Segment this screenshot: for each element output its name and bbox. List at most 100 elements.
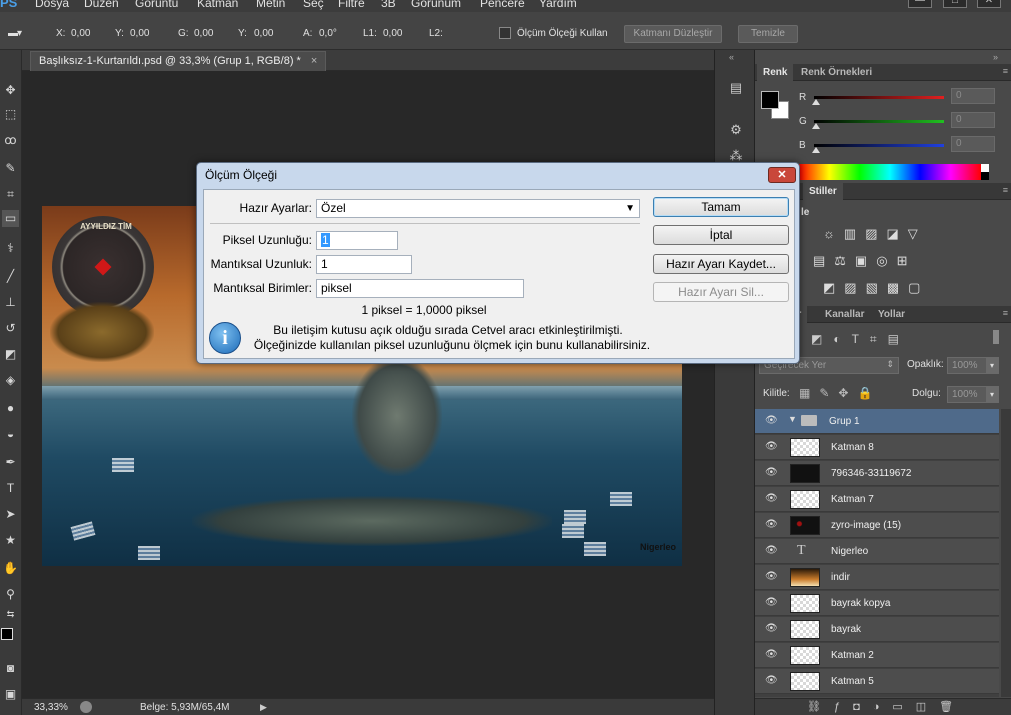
menu-gorunum[interactable]: Görünüm [411,0,461,10]
green-value-input[interactable]: 0 [951,112,995,128]
chevron-down-icon[interactable]: ▾ [986,387,998,402]
blue-slider-handle[interactable] [812,147,820,153]
green-channel-slider[interactable]: G 0 [799,112,995,130]
eye-icon[interactable]: 👁 [765,519,778,531]
document-info-icon[interactable] [80,701,92,713]
history-brush-icon[interactable]: ↺ [2,320,19,337]
layer-row[interactable]: 👁 Katman 2 [755,643,999,668]
layer-action-icons[interactable]: ⛓ƒ◘◑▭◫🗑 [807,700,966,713]
clone-stamp-icon[interactable]: ⊥ [2,294,19,311]
menu-metin[interactable]: Metin [256,0,285,10]
cancel-button[interactable]: İptal [653,225,789,245]
expand-panel-icon[interactable]: » [993,52,998,62]
document-tab[interactable]: Başlıksız-1-Kurtarıldı.psd @ 33,3% (Grup… [30,51,327,71]
eye-icon[interactable]: 👁 [765,649,778,661]
menu-pencere[interactable]: Pencere [480,0,525,10]
menu-goruntu[interactable]: Görüntü [135,0,178,10]
adjustment-icons-row-1[interactable]: ☼▥▨◪▽ [823,226,927,242]
dodge-tool-icon[interactable]: ◒ [2,426,19,443]
dialog-close-button[interactable]: ✕ [768,167,796,183]
shape-tool-icon[interactable]: ★ [2,532,19,549]
layer-filter-icons[interactable]: ◩◐T⌗▤ [811,332,910,347]
type-tool-icon[interactable]: T [2,480,19,497]
blue-value-input[interactable]: 0 [951,136,995,152]
quick-mask-icon[interactable]: ◙ [2,660,19,677]
foreground-color-swatch[interactable] [1,628,13,640]
eye-icon[interactable]: 👁 [765,675,778,687]
layer-row[interactable]: 👁 indir [755,565,999,590]
maximize-window-button[interactable]: □ [943,0,967,8]
eraser-tool-icon[interactable]: ◩ [2,346,19,363]
layers-scrollbar[interactable] [1001,409,1011,697]
layer-row-group[interactable]: 👁 ▼ Grup 1 [755,409,999,434]
color-foreground-swatch[interactable] [761,91,779,109]
color-spectrum-ramp[interactable] [799,164,981,180]
logical-units-input[interactable]: piksel [316,279,524,298]
straighten-layer-button[interactable]: Katmanı Düzleştir [624,25,722,43]
tab-yollar[interactable]: Yollar [872,306,911,323]
crop-tool-icon[interactable]: ⌗ [2,186,19,203]
layer-row[interactable]: 👁 Katman 5 [755,669,999,694]
save-preset-button[interactable]: Hazır Ayarı Kaydet... [653,254,789,274]
close-window-button[interactable]: ✕ [977,0,1001,8]
healing-brush-icon[interactable]: ⚕ [2,240,19,257]
panel-menu-icon[interactable]: ≡ [1003,308,1008,318]
fill-input[interactable]: 100% ▾ [947,386,999,403]
pen-tool-icon[interactable]: ✒ [2,454,19,471]
layer-row[interactable]: 👁 bayrak [755,617,999,642]
hand-tool-icon[interactable]: ✋ [2,560,19,577]
filter-toggle-switch[interactable] [993,330,999,344]
red-channel-slider[interactable]: R 0 [799,88,995,106]
black-white-ramp[interactable] [981,164,989,180]
panel-menu-icon[interactable]: ≡ [1003,185,1008,195]
chevron-down-icon[interactable]: ▾ [986,358,998,373]
close-tab-icon[interactable]: × [311,55,317,67]
adjustment-icons-row-3[interactable]: ◩▨▧▩▢ [823,280,929,296]
screen-mode-icon[interactable]: ▣ [2,686,19,703]
eye-icon[interactable]: 👁 [765,467,778,479]
menu-sec[interactable]: Seç [303,0,324,10]
layer-row[interactable]: 👁 zyro-image (15) [755,513,999,538]
minimize-window-button[interactable]: — [908,0,932,8]
layer-row[interactable]: 👁 Katman 7 [755,487,999,512]
history-panel-icon[interactable]: ▤ [726,78,746,98]
menu-3b[interactable]: 3B [381,0,396,10]
green-slider-handle[interactable] [812,123,820,129]
red-slider-handle[interactable] [812,99,820,105]
navigator-panel-icon[interactable]: ⚙ [726,120,746,140]
layer-row[interactable]: 👁 796346-33119672 [755,461,999,486]
tab-renk-ornekleri[interactable]: Renk Örnekleri [795,64,878,81]
ok-button[interactable]: Tamam [653,197,789,217]
layer-row[interactable]: 👁 bayrak kopya [755,591,999,616]
opacity-input[interactable]: 100% ▾ [947,357,999,374]
tab-kanallar[interactable]: Kanallar [819,306,870,323]
marquee-tool-icon[interactable]: ⬚ [2,106,19,123]
menu-yardim[interactable]: Yardım [539,0,577,10]
layer-row[interactable]: 👁 Katman 8 [755,435,999,460]
lock-icons[interactable]: ▦✎✥🔒 [799,386,881,400]
menu-dosya[interactable]: Dosya [35,0,69,10]
zoom-tool-icon[interactable]: ⚲ [2,586,19,603]
logical-length-input[interactable]: 1 [316,255,412,274]
lasso-tool-icon[interactable]: ꝏ [2,132,19,149]
delete-preset-button[interactable]: Hazır Ayarı Sil... [653,282,789,302]
brush-tool-icon[interactable]: ╱ [2,268,19,285]
quick-select-tool-icon[interactable]: ✎ [2,160,19,177]
blur-tool-icon[interactable]: ● [2,400,19,417]
swap-colors-icon[interactable]: ⇆ [2,606,19,623]
move-tool-icon[interactable]: ✥ [2,82,19,99]
pixel-length-input[interactable]: 1 [316,231,398,250]
eye-icon[interactable]: 👁 [765,415,778,427]
blue-channel-slider[interactable]: B 0 [799,136,995,154]
adjustment-icons-row-2[interactable]: ▤⚖▣◎⊞ [813,253,916,269]
ruler-tool-icon-active[interactable]: ▭ [2,210,19,227]
eye-icon[interactable]: 👁 [765,571,778,583]
path-select-icon[interactable]: ➤ [2,506,19,523]
use-measurement-scale-checkbox[interactable] [499,27,511,39]
preset-select[interactable]: Özel ▼ [316,199,640,218]
eye-icon[interactable]: 👁 [765,493,778,505]
eye-icon[interactable]: 👁 [765,545,778,557]
tab-renk[interactable]: Renk [757,64,794,81]
eye-icon[interactable]: 👁 [765,597,778,609]
zoom-level[interactable]: 33,33% [34,702,68,713]
